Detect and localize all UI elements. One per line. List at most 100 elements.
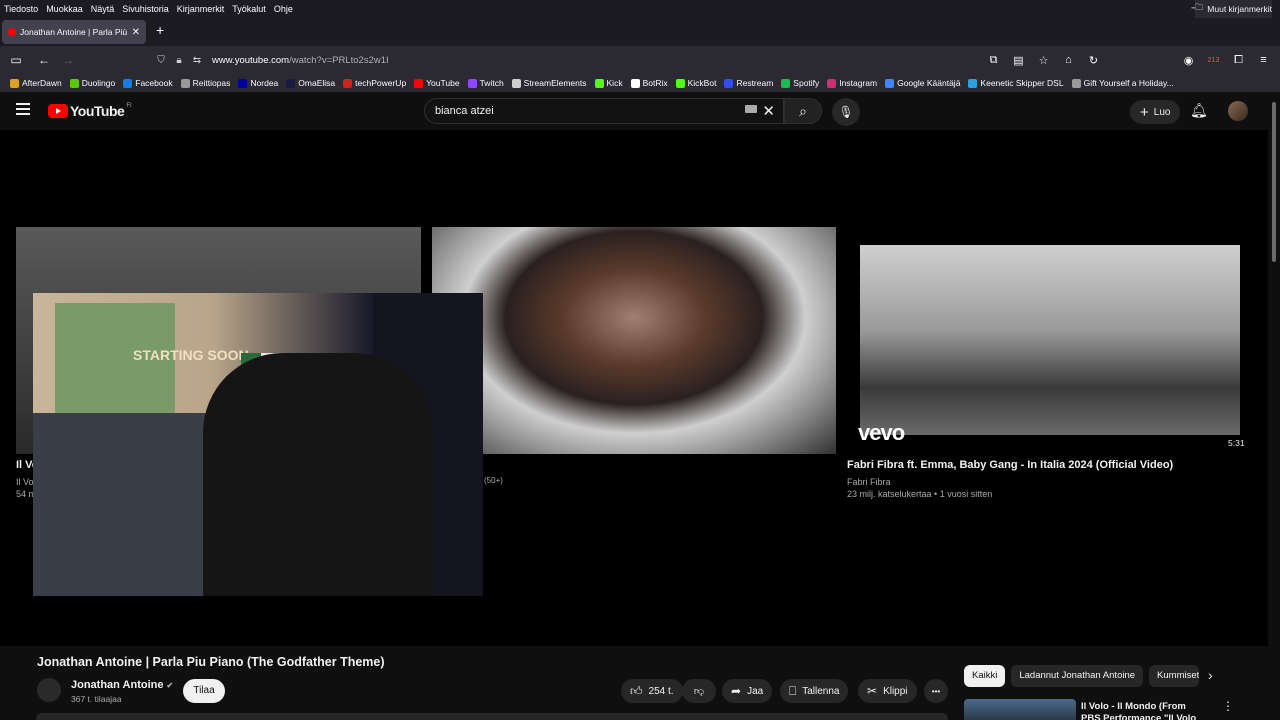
bookmark-item[interactable]: Reittiopas bbox=[180, 78, 230, 88]
url-text[interactable]: www.youtube.com/watch?v=PRLto2s2w1I bbox=[212, 55, 389, 66]
more-vert-icon[interactable]: ⋮ bbox=[1222, 699, 1234, 713]
endscreen-card-2-thumbnail[interactable] bbox=[432, 227, 836, 454]
bookmark-label: Instagram bbox=[839, 78, 878, 88]
microphone-icon: 🎙︎ bbox=[838, 105, 854, 119]
description-box[interactable] bbox=[36, 713, 948, 720]
bookmark-label: YouTube bbox=[426, 78, 460, 88]
bookmark-item[interactable]: KickBot bbox=[675, 78, 716, 88]
bookmark-item[interactable]: Duolingo bbox=[69, 78, 115, 88]
menu-file[interactable]: Tiedosto bbox=[4, 4, 38, 14]
channel-avatar[interactable] bbox=[37, 678, 61, 702]
forward-icon[interactable]: → bbox=[56, 53, 80, 67]
chip-related[interactable]: Kummisetä bbox=[1149, 665, 1200, 687]
related-video-title[interactable]: Il Volo - Il Mondo (From PBS Performance… bbox=[1081, 701, 1201, 720]
page-scrollbar[interactable] bbox=[1268, 92, 1280, 720]
scrollbar-thumb[interactable] bbox=[1272, 102, 1276, 262]
bookmark-item[interactable]: Google Kääntäjä bbox=[885, 78, 960, 88]
folder-icon: 🗀︎ bbox=[1194, 2, 1204, 12]
profile-icon[interactable]: ◉ bbox=[1176, 54, 1201, 67]
picture-in-picture-icon[interactable]: ⧉ bbox=[981, 54, 1006, 67]
voice-search-button[interactable]: 🎙︎ bbox=[832, 98, 860, 126]
bookmark-item[interactable]: StreamElements bbox=[511, 78, 587, 88]
poster-text: STARTING SOON bbox=[133, 347, 249, 363]
save-label: Tallenna bbox=[802, 685, 840, 697]
close-tab-icon[interactable]: ✕ bbox=[132, 27, 140, 38]
channel-name[interactable]: Jonathan Antoine ✔ bbox=[71, 679, 173, 691]
notifications-bell-icon[interactable]: 🔔︎ bbox=[1190, 102, 1208, 119]
bookmark-item[interactable]: Instagram bbox=[827, 78, 877, 88]
url-path: /watch?v=PRLto2s2w1I bbox=[289, 54, 389, 66]
back-icon[interactable]: ← bbox=[32, 53, 56, 67]
bookmark-item[interactable]: Facebook bbox=[123, 78, 173, 88]
menu-tools[interactable]: Työkalut bbox=[232, 4, 266, 14]
other-bookmarks[interactable]: 🗀︎ Muut kirjanmerkit bbox=[1194, 0, 1272, 18]
shield-icon[interactable]: ⛉ bbox=[152, 55, 170, 66]
new-tab-button[interactable]: + bbox=[156, 22, 164, 38]
bookmark-item[interactable]: Twitch bbox=[467, 78, 504, 88]
bookmark-label: AfterDawn bbox=[22, 78, 62, 88]
chevron-right-icon[interactable]: › bbox=[1208, 667, 1213, 683]
bookmark-item[interactable]: OmaElisa bbox=[286, 78, 335, 88]
webcam-overlay: STARTING SOON bbox=[33, 293, 483, 596]
menu-icon[interactable]: ≡ bbox=[1251, 54, 1276, 66]
other-bookmarks-label: Muut kirjanmerkit bbox=[1207, 4, 1272, 14]
extension-badge-icon[interactable]: 213 bbox=[1201, 57, 1226, 64]
search-input[interactable]: bianca atzei ✕ bbox=[424, 98, 784, 124]
subscribe-button[interactable]: Tilaa bbox=[183, 679, 225, 703]
chip-all[interactable]: Kaikki bbox=[964, 665, 1006, 687]
bookmark-item[interactable]: techPowerUp bbox=[343, 78, 406, 88]
youtube-logo[interactable]: YouTube FI bbox=[48, 103, 132, 119]
more-actions-button[interactable]: ••• bbox=[924, 679, 948, 703]
like-button[interactable]: 👍︎ 254 t. bbox=[621, 679, 683, 703]
endscreen-card-3-meta: 23 milj. katselukertaa • 1 vuosi sitten bbox=[847, 489, 993, 499]
star-icon[interactable]: ☆ bbox=[1031, 54, 1056, 67]
bookmark-item[interactable]: YouTube bbox=[414, 78, 460, 88]
bookmark-item[interactable]: Nordea bbox=[238, 78, 278, 88]
keyboard-icon[interactable] bbox=[745, 105, 757, 113]
share-button[interactable]: ➦ Jaa bbox=[722, 679, 773, 703]
bookmark-item[interactable]: BotRix bbox=[630, 78, 668, 88]
endscreen-card-1-channel: Il Vo bbox=[16, 477, 34, 487]
bookmark-item[interactable]: Kick bbox=[594, 78, 623, 88]
bookmark-label: BotRix bbox=[642, 78, 668, 88]
subscriber-count: 367 t. tilaajaa bbox=[71, 694, 122, 704]
bookmark-item[interactable]: AfterDawn bbox=[10, 78, 62, 88]
endscreen-card-2-meta: (50+) bbox=[484, 476, 503, 485]
dislike-button[interactable]: 👎︎ bbox=[682, 679, 716, 703]
menu-history[interactable]: Sivuhistoria bbox=[122, 4, 169, 14]
url-domain: www.youtube.com bbox=[212, 54, 290, 66]
related-video-thumbnail[interactable] bbox=[964, 699, 1076, 720]
tab-title: Jonathan Antoine | Parla Più Pia bbox=[20, 27, 128, 37]
bookmark-label: Gift Yourself a Holiday... bbox=[1083, 78, 1174, 88]
extensions-icon[interactable]: ⧠ bbox=[1226, 54, 1251, 67]
save-button[interactable]: ⎕ Tallenna bbox=[780, 679, 849, 703]
tab-youtube[interactable]: Jonathan Antoine | Parla Più Pia ✕ bbox=[2, 20, 146, 44]
chip-uploaded-by[interactable]: Ladannut Jonathan Antoine bbox=[1011, 665, 1144, 687]
address-bar[interactable]: ⛉ 🔒︎ ⇆ www.youtube.com/watch?v=PRLto2s2w… bbox=[152, 48, 1052, 72]
create-button[interactable]: + Luo bbox=[1130, 100, 1181, 124]
lock-icon[interactable]: 🔒︎ bbox=[170, 55, 188, 66]
avatar[interactable] bbox=[1228, 101, 1248, 121]
bookmark-item[interactable]: Restream bbox=[724, 78, 773, 88]
bookmark-favicon-icon bbox=[180, 78, 190, 88]
menu-edit[interactable]: Muokkaa bbox=[46, 4, 83, 14]
endscreen-card-3-thumbnail[interactable] bbox=[860, 245, 1240, 435]
sidebar-icon[interactable]: ▭ bbox=[4, 53, 28, 67]
bookmark-item[interactable]: Gift Yourself a Holiday... bbox=[1071, 78, 1174, 88]
bookmark-item[interactable]: Spotify bbox=[781, 78, 819, 88]
permissions-icon[interactable]: ⇆ bbox=[188, 55, 206, 66]
home-icon[interactable]: ⌂ bbox=[1056, 54, 1081, 66]
search-button[interactable]: ⌕ bbox=[784, 98, 822, 124]
bookmark-item[interactable]: Keenetic Skipper DSL bbox=[968, 78, 1064, 88]
bookmark-label: Nordea bbox=[250, 78, 279, 88]
bookmark-favicon-icon bbox=[594, 78, 604, 88]
reader-icon[interactable]: ▤ bbox=[1006, 54, 1031, 67]
menu-bookmarks[interactable]: Kirjanmerkit bbox=[177, 4, 225, 14]
guide-menu-icon[interactable] bbox=[16, 103, 30, 115]
clip-button[interactable]: ✂ Klippi bbox=[858, 679, 917, 703]
reload-icon[interactable]: ↻ bbox=[1081, 54, 1106, 67]
menu-view[interactable]: Näytä bbox=[91, 4, 115, 14]
clear-search-icon[interactable]: ✕ bbox=[762, 102, 775, 120]
menu-help[interactable]: Ohje bbox=[274, 4, 293, 14]
endscreen-card-3-title[interactable]: Fabri Fibra ft. Emma, Baby Gang - In Ita… bbox=[847, 459, 1173, 471]
